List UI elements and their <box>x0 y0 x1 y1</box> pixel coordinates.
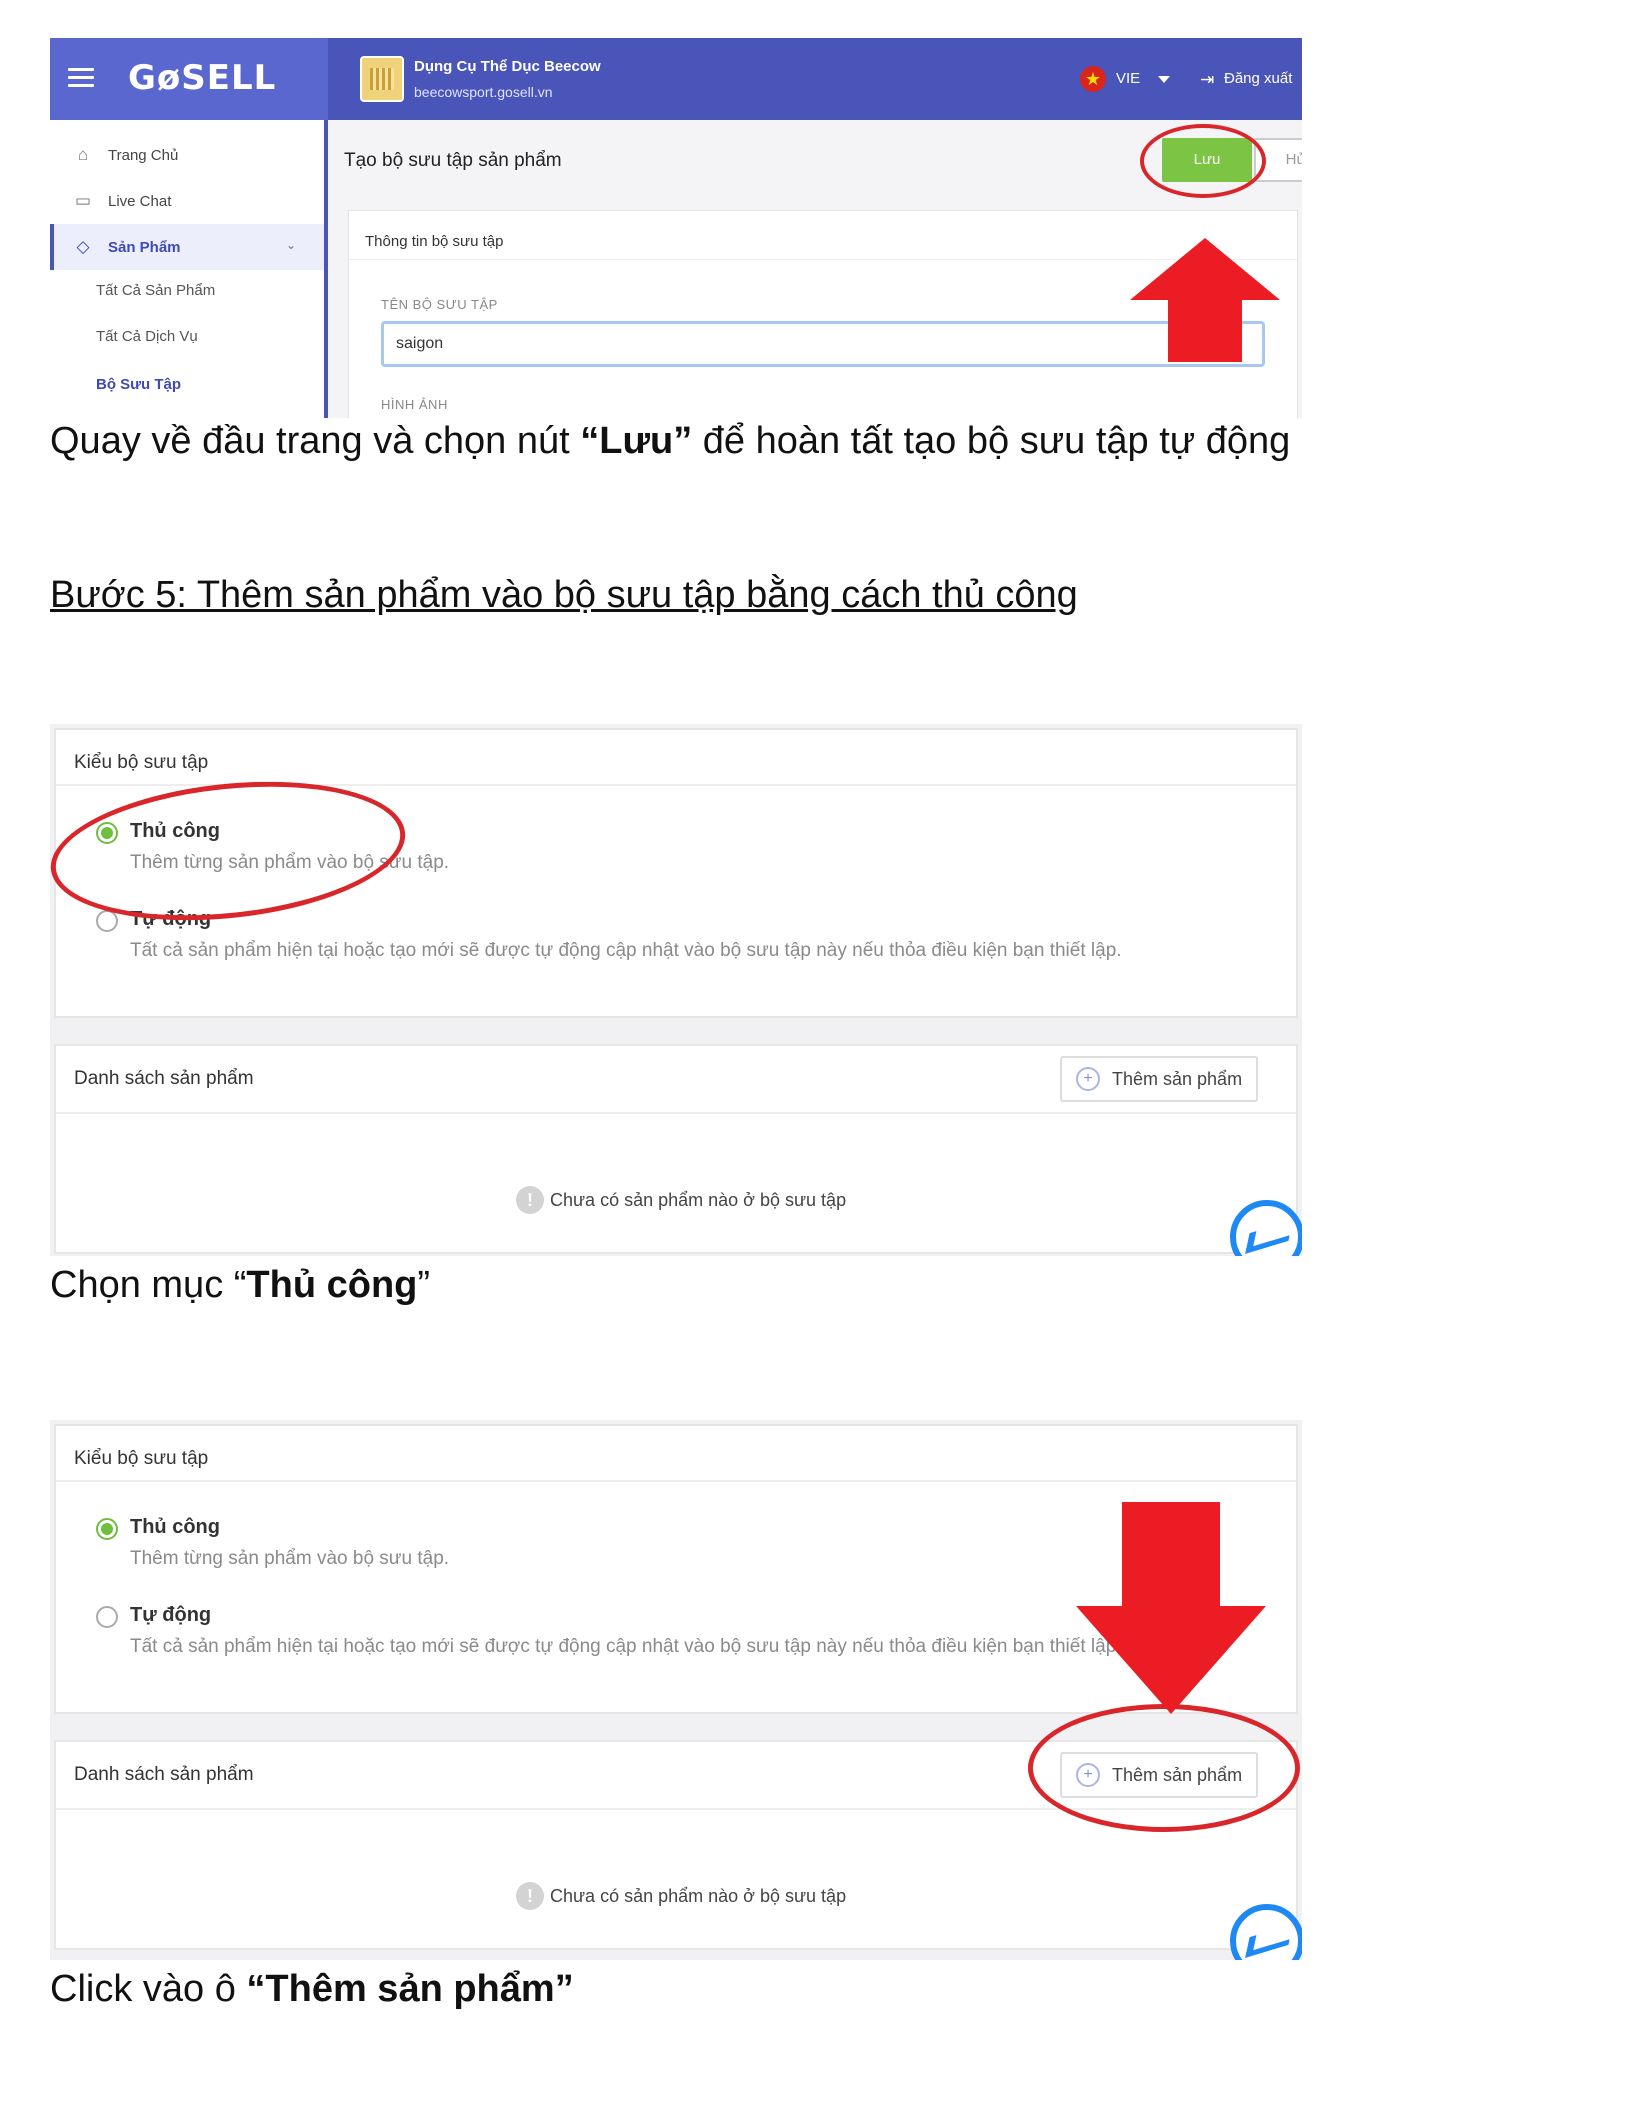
product-list-card: Danh sách sản phẩm + Thêm sản phẩm ! Chư… <box>54 1044 1298 1254</box>
divider <box>56 1112 1296 1114</box>
chevron-down-icon[interactable] <box>1158 76 1170 83</box>
top-bar-brand: GøSELL <box>50 38 328 120</box>
sidebar-subitem-all-products[interactable]: Tất Cả Sản Phẩm <box>96 282 215 299</box>
caption-save: Quay về đầu trang và chọn nút “Lưu” để h… <box>50 420 1290 463</box>
collection-name-label: TÊN BỘ SƯU TẬP <box>381 297 498 312</box>
red-arrow-up-icon <box>1130 238 1280 362</box>
plus-icon: + <box>1076 1067 1100 1091</box>
sidebar-subitem-collections[interactable]: Bộ Sưu Tập <box>96 376 181 393</box>
tag-icon: ◇ <box>76 237 90 256</box>
logout-link[interactable]: Đăng xuất <box>1224 70 1292 87</box>
caption-manual: Chọn mục “Thủ công” <box>50 1264 430 1307</box>
empty-state-text: Chưa có sản phẩm nào ở bộ sưu tập <box>550 1189 847 1210</box>
caption-bold: Thủ công <box>246 1264 418 1306</box>
manual-option-desc: Thêm từng sản phẩm vào bộ sưu tập. <box>130 1548 450 1569</box>
sidebar-subitem-all-services[interactable]: Tất Cả Dịch Vụ <box>96 328 198 345</box>
sidebar-item-home[interactable]: ⌂ Trang Chủ <box>50 132 324 178</box>
manual-option-title[interactable]: Thủ công <box>130 1516 220 1539</box>
sidebar-item-livechat[interactable]: ▭ Live Chat <box>50 178 324 224</box>
chevron-down-icon: ⌄ <box>285 238 296 252</box>
store-name: Dụng Cụ Thể Dục Beecow <box>414 58 601 75</box>
menu-icon[interactable] <box>68 68 94 88</box>
manual-radio[interactable] <box>96 1518 118 1540</box>
add-product-button[interactable]: + Thêm sản phẩm <box>1060 1056 1258 1102</box>
sidebar-item-products[interactable]: ◇ Sản Phẩm ⌄ <box>50 224 324 270</box>
product-list-title: Danh sách sản phẩm <box>74 1068 254 1089</box>
screenshot-collection-type-manual: Kiểu bộ sưu tập Thủ công Thêm từng sản p… <box>50 724 1302 1256</box>
screenshot-add-product: Kiểu bộ sưu tập Thủ công Thêm từng sản p… <box>50 1420 1302 1960</box>
empty-state-text: Chưa có sản phẩm nào ở bộ sưu tập <box>550 1885 847 1906</box>
caption-text: ” <box>417 1264 431 1306</box>
store-url: beecowsport.gosell.vn <box>414 84 553 100</box>
product-list-title: Danh sách sản phẩm <box>74 1764 254 1785</box>
caption-add-product: Click vào ô “Thêm sản phẩm” <box>50 1968 574 2011</box>
collection-type-title: Kiểu bộ sưu tập <box>74 1448 209 1469</box>
logout-icon[interactable]: ⇥ <box>1200 70 1214 90</box>
image-label: HÌNH ẢNH <box>381 397 448 412</box>
divider <box>56 1480 1296 1482</box>
empty-state: ! Chưa có sản phẩm nào ở bộ sưu tập <box>516 1186 846 1214</box>
sidebar-item-label: Trang Chủ <box>108 146 179 164</box>
add-product-highlight-ellipse <box>1028 1704 1300 1832</box>
vietnam-flag-icon[interactable]: ★ <box>1080 66 1106 92</box>
red-arrow-down-icon <box>1076 1502 1266 1714</box>
step-5-heading: Bước 5: Thêm sản phẩm vào bộ sưu tập bằn… <box>50 574 1078 616</box>
info-icon: ! <box>516 1186 544 1214</box>
card-title: Thông tin bộ sưu tập <box>365 233 504 250</box>
gosell-logo: GøSELL <box>128 58 277 98</box>
language-selector[interactable]: VIE <box>1116 70 1140 87</box>
screenshot-create-collection: GøSELL Dụng Cụ Thể Dục Beecow beecowspor… <box>50 38 1302 418</box>
auto-option-desc: Tất cả sản phẩm hiện tại hoặc tạo mới sẽ… <box>130 940 1122 961</box>
empty-state: ! Chưa có sản phẩm nào ở bộ sưu tập <box>516 1882 846 1910</box>
sidebar-item-label: Sản Phẩm <box>108 238 181 256</box>
info-icon: ! <box>516 1882 544 1910</box>
caption-text: Chọn mục “ <box>50 1264 247 1306</box>
sidebar-item-label: Live Chat <box>108 192 172 210</box>
add-product-label: Thêm sản phẩm <box>1112 1068 1243 1089</box>
caption-text: để hoàn tất tạo bộ sưu tập tự động <box>692 420 1291 462</box>
auto-option-title[interactable]: Tự động <box>130 1604 211 1627</box>
caption-text: Click vào ô <box>50 1968 247 2010</box>
auto-option-desc: Tất cả sản phẩm hiện tại hoặc tạo mới sẽ… <box>130 1636 1122 1657</box>
home-icon: ⌂ <box>77 145 89 164</box>
caption-bold: “Lưu” <box>580 420 693 462</box>
caption-text: Quay về đầu trang và chọn nút <box>50 420 581 462</box>
auto-radio[interactable] <box>96 910 118 932</box>
save-highlight-circle <box>1140 124 1266 198</box>
caption-bold: “Thêm sản phẩm” <box>246 1968 574 2010</box>
page-title: Tạo bộ sưu tập sản phẩm <box>344 150 562 171</box>
store-avatar <box>360 56 404 102</box>
auto-radio[interactable] <box>96 1606 118 1628</box>
sidebar: ⌂ Trang Chủ ▭ Live Chat ◇ Sản Phẩm ⌄ Tất… <box>50 120 328 418</box>
chat-icon: ▭ <box>74 191 92 210</box>
collection-type-title: Kiểu bộ sưu tập <box>74 752 209 773</box>
